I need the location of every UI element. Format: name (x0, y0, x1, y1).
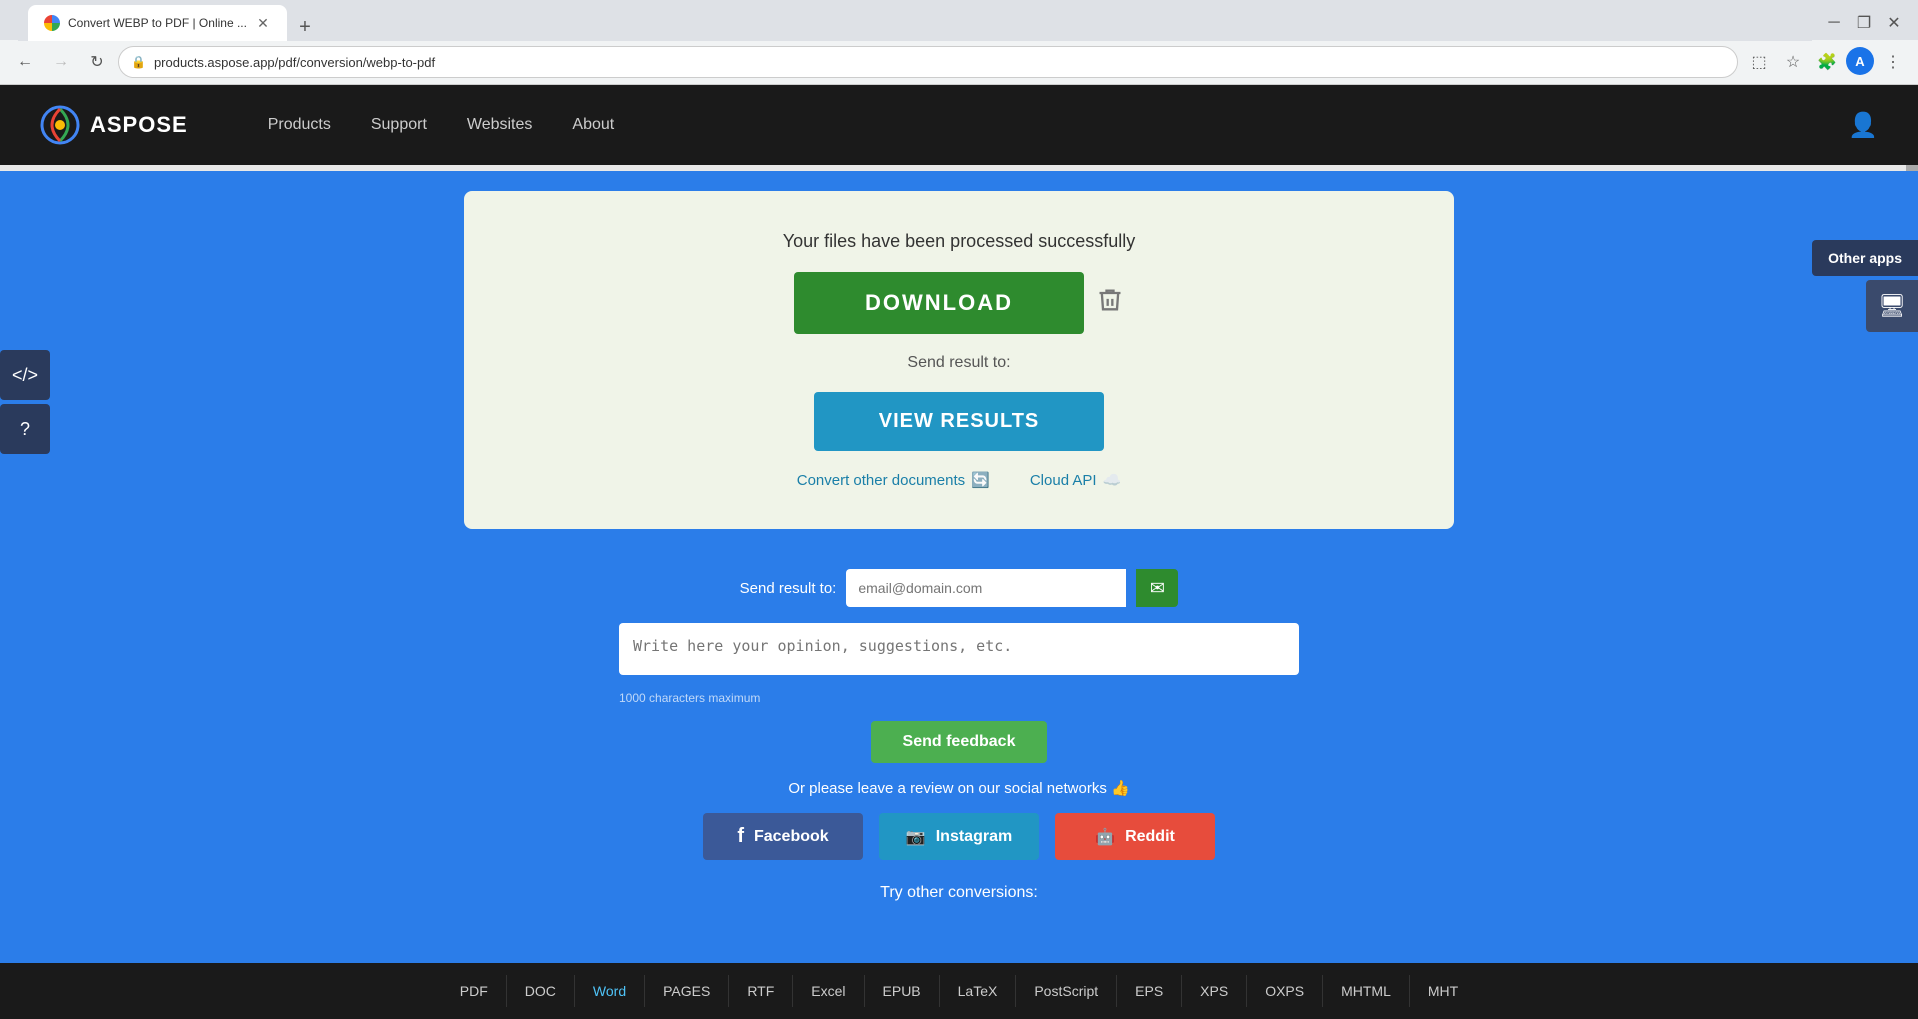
tab-favicon (44, 15, 60, 31)
nav-links: Products Support Websites About (268, 116, 1848, 134)
tabs-bar: Convert WEBP to PDF | Online ... ✕ + (18, 5, 1812, 41)
email-input[interactable] (846, 569, 1126, 607)
browser-titlebar: Convert WEBP to PDF | Online ... ✕ + ─ ❐… (0, 0, 1918, 40)
logo-text: ASPOSE (90, 112, 188, 138)
refresh-button[interactable]: ↻ (82, 47, 112, 77)
conversion-item-mhtml[interactable]: MHTML (1323, 975, 1410, 1007)
bookmark-button[interactable]: ☆ (1778, 47, 1808, 77)
user-icon[interactable]: 👤 (1848, 111, 1878, 140)
try-other-label: Try other conversions: (880, 884, 1038, 902)
convert-other-text: Convert other documents (797, 472, 965, 489)
social-buttons: f Facebook 📷 Instagram 🤖 Reddit (703, 813, 1215, 860)
send-feedback-button[interactable]: Send feedback (871, 721, 1048, 763)
convert-other-link[interactable]: Convert other documents 🔄 (797, 471, 990, 489)
aspose-logo-icon (40, 105, 80, 145)
conversion-item-mht[interactable]: MHT (1410, 975, 1476, 1007)
conversion-item-pdf[interactable]: PDF (442, 975, 507, 1007)
result-card: Your files have been processed successfu… (464, 191, 1454, 529)
delete-button[interactable] (1096, 286, 1124, 320)
facebook-button[interactable]: f Facebook (703, 813, 863, 860)
monitor-button[interactable]: 🖥 (1866, 280, 1918, 332)
send-result-label: Send result to: (907, 354, 1010, 372)
conversion-item-doc[interactable]: DOC (507, 975, 575, 1007)
active-tab[interactable]: Convert WEBP to PDF | Online ... ✕ (28, 5, 287, 41)
page-wrapper: ASPOSE Products Support Websites About 👤… (0, 85, 1918, 945)
card-links: Convert other documents 🔄 Cloud API ☁️ (797, 471, 1122, 489)
download-button[interactable]: DOWNLOAD (794, 272, 1084, 334)
facebook-icon: f (737, 825, 744, 848)
char-limit: 1000 characters maximum (619, 691, 760, 705)
forward-button[interactable]: → (46, 47, 76, 77)
address-bar[interactable]: 🔒 products.aspose.app/pdf/conversion/web… (118, 46, 1738, 78)
instagram-button[interactable]: 📷 Instagram (879, 813, 1039, 860)
conversion-item-rtf[interactable]: RTF (729, 975, 793, 1007)
conversion-item-latex[interactable]: LaTeX (940, 975, 1017, 1007)
below-card: Send result to: ✉ 1000 characters maximu… (0, 549, 1918, 922)
top-nav: ASPOSE Products Support Websites About 👤 (0, 85, 1918, 165)
send-result-row: Send result to: ✉ (740, 569, 1179, 607)
nav-products[interactable]: Products (268, 116, 331, 134)
success-message: Your files have been processed successfu… (783, 231, 1136, 252)
tab-title: Convert WEBP to PDF | Online ... (68, 16, 247, 30)
logo-area: ASPOSE (40, 105, 188, 145)
conversion-item-postscript[interactable]: PostScript (1016, 975, 1117, 1007)
help-button[interactable]: ? (0, 404, 50, 454)
right-sidebar: Other apps 🖥 (1812, 240, 1918, 332)
instagram-icon: 📷 (906, 827, 926, 847)
lock-icon: 🔒 (131, 55, 146, 69)
feedback-textarea[interactable] (619, 623, 1299, 675)
nav-websites[interactable]: Websites (467, 116, 533, 134)
nav-support[interactable]: Support (371, 116, 427, 134)
conversion-item-pages[interactable]: PAGES (645, 975, 729, 1007)
reddit-icon: 🤖 (1095, 827, 1115, 847)
conversion-item-excel[interactable]: Excel (793, 975, 864, 1007)
conversion-item-epub[interactable]: EPUB (865, 975, 940, 1007)
toolbar-actions: ⬚ ☆ 🧩 A ⋮ (1744, 47, 1908, 77)
nav-about[interactable]: About (572, 116, 614, 134)
send-email-button[interactable]: ✉ (1136, 569, 1178, 607)
new-tab-button[interactable]: + (291, 13, 319, 41)
reddit-button[interactable]: 🤖 Reddit (1055, 813, 1215, 860)
window-action-controls: ─ ❐ ✕ (1820, 9, 1908, 37)
profile-button[interactable]: A (1846, 47, 1874, 75)
conversions-bar: PDFDOCWordPAGESRTFExcelEPUBLaTeXPostScri… (0, 963, 1918, 1019)
download-row: DOWNLOAD (794, 272, 1124, 334)
extensions-button[interactable]: 🧩 (1812, 47, 1842, 77)
cloud-api-text: Cloud API (1030, 472, 1097, 489)
cloud-api-link[interactable]: Cloud API ☁️ (1030, 471, 1121, 489)
main-content: Your files have been processed successfu… (0, 171, 1918, 549)
tab-close-button[interactable]: ✕ (255, 15, 271, 31)
view-results-button[interactable]: VIEW RESULTS (814, 392, 1104, 451)
close-button[interactable]: ✕ (1880, 9, 1908, 37)
screen-capture-button[interactable]: ⬚ (1744, 47, 1774, 77)
conversion-item-xps[interactable]: XPS (1182, 975, 1247, 1007)
browser-toolbar: ← → ↻ 🔒 products.aspose.app/pdf/conversi… (0, 40, 1918, 85)
browser-chrome: Convert WEBP to PDF | Online ... ✕ + ─ ❐… (0, 0, 1918, 85)
back-button[interactable]: ← (10, 47, 40, 77)
minimize-button[interactable]: ─ (1820, 9, 1848, 37)
cloud-icon: ☁️ (1103, 471, 1122, 489)
maximize-button[interactable]: ❐ (1850, 9, 1878, 37)
conversion-item-oxps[interactable]: OXPS (1247, 975, 1323, 1007)
code-button[interactable]: </> (0, 350, 50, 400)
social-label: Or please leave a review on our social n… (788, 779, 1129, 797)
send-result-label-2: Send result to: (740, 580, 837, 597)
conversion-item-word[interactable]: Word (575, 975, 645, 1007)
conversion-item-eps[interactable]: EPS (1117, 975, 1182, 1007)
left-sidebar: </> ? (0, 350, 50, 454)
other-apps-button[interactable]: Other apps (1812, 240, 1918, 276)
more-button[interactable]: ⋮ (1878, 47, 1908, 77)
refresh-icon: 🔄 (971, 471, 990, 489)
url-text: products.aspose.app/pdf/conversion/webp-… (154, 55, 1725, 70)
